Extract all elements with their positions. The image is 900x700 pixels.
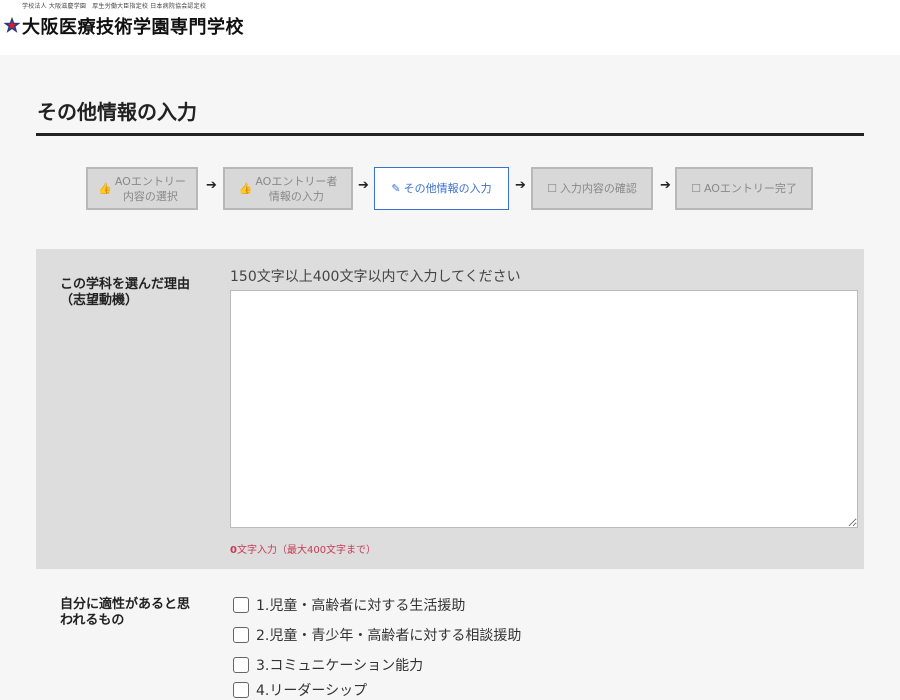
step-label: AOエントリー完了 [703, 182, 797, 195]
square-icon: ☐ [547, 182, 557, 195]
step-applicant-info: 👍 AOエントリー者 情報の入力 [223, 167, 353, 210]
checkbox[interactable] [233, 597, 249, 613]
step-label: その他情報の入力 [403, 182, 492, 195]
step-label: AOエントリー者 情報の入力 [255, 174, 338, 203]
aptitude-option-2[interactable]: 2.児童・青少年・高齢者に対する相談援助 [233, 625, 521, 645]
reason-textarea[interactable] [230, 290, 858, 528]
aptitude-label: 自分に適性があると思 われるもの [60, 597, 191, 628]
edit-icon: ✎ [391, 182, 401, 195]
page-title: その他情報の入力 [37, 100, 197, 124]
site-header: 学校法人 大阪滋慶学園 厚生労働大臣指定校 日本病院協会認定校 大阪医療技術学園… [0, 0, 900, 55]
checkbox[interactable] [233, 657, 249, 673]
square-icon: ☐ [691, 182, 701, 195]
step-label: AOエントリー 内容の選択 [114, 174, 186, 203]
step-confirm: ☐ 入力内容の確認 [531, 167, 653, 210]
step-arrow-icon: ➔ [515, 178, 526, 193]
step-label: 入力内容の確認 [559, 182, 637, 195]
option-label: 1.児童・高齢者に対する生活援助 [256, 598, 466, 614]
thumbs-up-icon: 👍 [238, 182, 253, 195]
step-entry-select: 👍 AOエントリー 内容の選択 [86, 167, 198, 210]
char-counter-text: 文字入力（最大400文字まで） [236, 545, 377, 556]
step-other-info: ✎ その他情報の入力 [374, 167, 509, 210]
aptitude-option-1[interactable]: 1.児童・高齢者に対する生活援助 [233, 595, 465, 615]
char-counter: 0文字入力（最大400文字まで） [230, 541, 376, 556]
reason-label: この学科を選んだ理由 （志望動機） [60, 277, 191, 308]
step-complete: ☐ AOエントリー完了 [675, 167, 813, 210]
step-arrow-icon: ➔ [358, 178, 369, 193]
school-name[interactable]: 大阪医療技術学園専門学校 [22, 13, 244, 39]
step-arrow-icon: ➔ [206, 178, 217, 193]
aptitude-option-3[interactable]: 3.コミュニケーション能力 [233, 655, 423, 675]
option-label: 2.児童・青少年・高齢者に対する相談援助 [256, 628, 522, 644]
star-logo-icon[interactable] [3, 16, 21, 34]
thumbs-up-icon: 👍 [98, 182, 112, 195]
title-divider [36, 133, 864, 136]
checkbox[interactable] [233, 627, 249, 643]
char-count: 0 [230, 545, 237, 556]
aptitude-option-4[interactable]: 4.リーダーシップ [233, 680, 367, 700]
step-arrow-icon: ➔ [660, 178, 671, 193]
reason-hint: 150文字以上400文字以内で入力してください [230, 269, 521, 285]
header-subtitle: 学校法人 大阪滋慶学園 厚生労働大臣指定校 日本病院協会認定校 [22, 3, 207, 10]
option-label: 4.リーダーシップ [256, 683, 368, 699]
option-label: 3.コミュニケーション能力 [256, 658, 424, 674]
checkbox[interactable] [233, 682, 249, 698]
